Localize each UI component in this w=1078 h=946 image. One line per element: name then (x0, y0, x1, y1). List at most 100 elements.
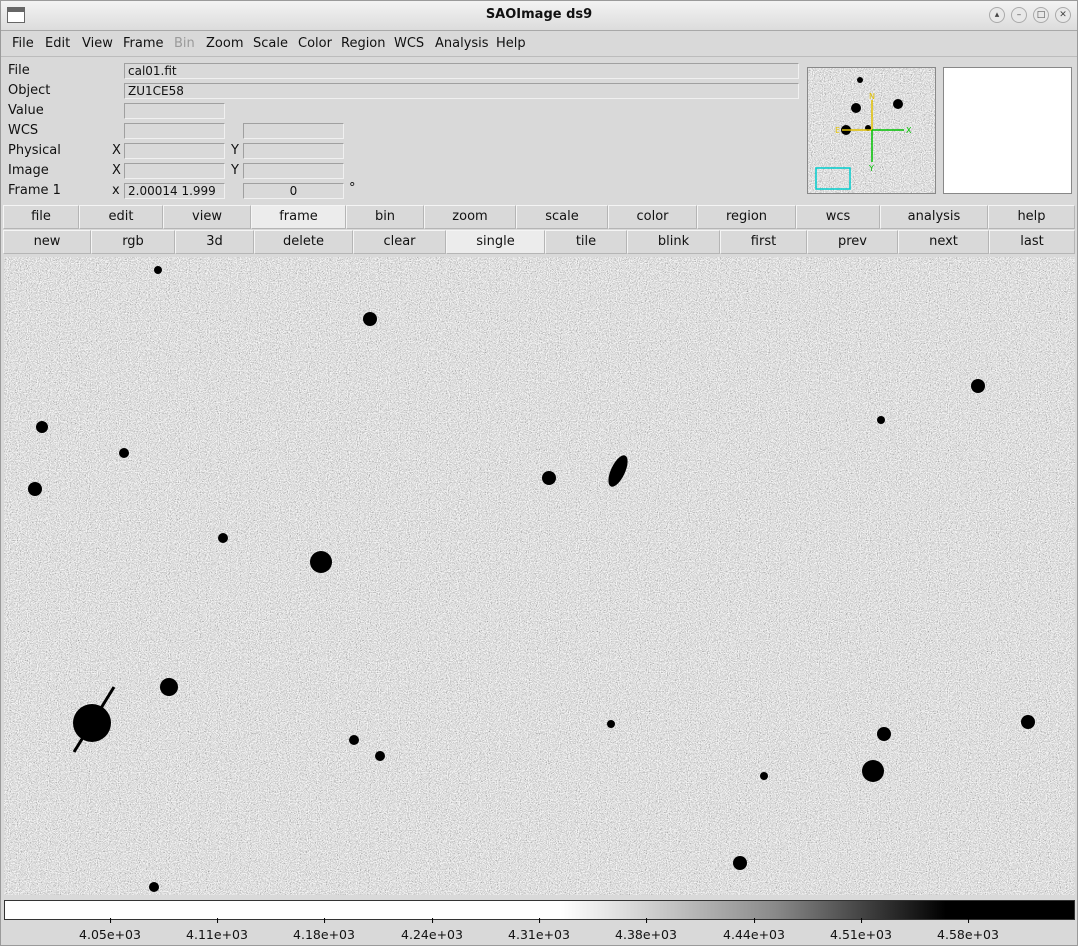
panner-star (851, 103, 861, 113)
menu-view[interactable]: View (82, 36, 113, 51)
star (349, 735, 359, 745)
frame-label: Frame 1 (8, 183, 61, 198)
star (971, 379, 985, 393)
physical-y-label: Y (231, 143, 239, 158)
button-bar-frame: new rgb 3d delete clear single tile blin… (3, 230, 1075, 254)
colorbar-tick: 4.05e+03 (79, 918, 141, 942)
panner[interactable]: N E X Y (807, 67, 936, 194)
star (877, 727, 891, 741)
btn-rgb[interactable]: rgb (91, 230, 175, 254)
star (28, 482, 42, 496)
btn-bin[interactable]: bin (346, 205, 424, 229)
compass-n-label: N (869, 92, 875, 101)
btn-region[interactable]: region (697, 205, 796, 229)
btn-scale[interactable]: scale (516, 205, 608, 229)
star (1021, 715, 1035, 729)
btn-frame[interactable]: frame (251, 205, 346, 229)
star (218, 533, 228, 543)
btn-help[interactable]: help (988, 205, 1075, 229)
physical-label: Physical (8, 143, 61, 158)
star (862, 760, 884, 782)
file-field: cal01.fit (124, 63, 799, 79)
btn-analysis[interactable]: analysis (880, 205, 988, 229)
colorbar[interactable] (4, 900, 1075, 920)
btn-new[interactable]: new (3, 230, 91, 254)
star (160, 678, 178, 696)
btn-file[interactable]: file (3, 205, 79, 229)
maximize-icon[interactable]: □ (1033, 7, 1049, 23)
menu-help[interactable]: Help (496, 36, 526, 51)
btn-wcs[interactable]: wcs (796, 205, 880, 229)
menu-region[interactable]: Region (341, 36, 386, 51)
btn-clear[interactable]: clear (353, 230, 446, 254)
menu-bin: Bin (174, 36, 195, 51)
value-label: Value (8, 103, 44, 118)
image-canvas[interactable] (4, 257, 1075, 895)
info-panel: File cal01.fit Object ZU1CE58 Value WCS … (1, 59, 801, 201)
menu-scale[interactable]: Scale (253, 36, 288, 51)
btn-single[interactable]: single (446, 230, 545, 254)
close-icon[interactable]: ✕ (1055, 7, 1071, 23)
colorbar-tick: 4.58e+03 (937, 918, 999, 942)
star (733, 856, 747, 870)
wcs-field-2 (243, 123, 344, 139)
colorbar-tick: 4.51e+03 (830, 918, 892, 942)
menu-color[interactable]: Color (298, 36, 332, 51)
panner-star (857, 77, 863, 83)
btn-view[interactable]: view (163, 205, 251, 229)
physical-x-field (124, 143, 225, 159)
button-bar-main: file edit view frame bin zoom scale colo… (3, 205, 1075, 229)
star (542, 471, 556, 485)
image-x-label: X (112, 163, 121, 178)
shade-icon[interactable]: ▴ (989, 7, 1005, 23)
minimize-icon[interactable]: – (1011, 7, 1027, 23)
btn-edit[interactable]: edit (79, 205, 163, 229)
btn-blink[interactable]: blink (627, 230, 720, 254)
wcs-field-1 (124, 123, 225, 139)
btn-first[interactable]: first (720, 230, 807, 254)
btn-zoom[interactable]: zoom (424, 205, 516, 229)
colorbar-tick: 4.44e+03 (723, 918, 785, 942)
menu-analysis[interactable]: Analysis (435, 36, 489, 51)
star (607, 720, 615, 728)
image-y-label: Y (231, 163, 239, 178)
menu-frame[interactable]: Frame (123, 36, 164, 51)
title-bar[interactable]: SAOImage ds9 ▴ – □ ✕ (1, 1, 1077, 31)
frame-angle-field: 0 (243, 183, 344, 199)
btn-next[interactable]: next (898, 230, 989, 254)
image-frame[interactable] (4, 257, 1075, 895)
magnifier (943, 67, 1072, 194)
star (154, 266, 162, 274)
panner-canvas[interactable]: N E X Y (808, 68, 935, 193)
star (119, 448, 129, 458)
star (149, 882, 159, 892)
value-field (124, 103, 225, 119)
colorbar-tick: 4.18e+03 (293, 918, 355, 942)
window-title: SAOImage ds9 (485, 7, 593, 22)
colorbar-tick: 4.38e+03 (615, 918, 677, 942)
frame-x-label: x (112, 183, 120, 198)
menu-edit[interactable]: Edit (45, 36, 70, 51)
star (310, 551, 332, 573)
image-x-field (124, 163, 225, 179)
menu-bar: File Edit View Frame Bin Zoom Scale Colo… (1, 31, 1077, 57)
star (36, 421, 48, 433)
btn-prev[interactable]: prev (807, 230, 898, 254)
compass-y-label: Y (868, 164, 874, 173)
star (363, 312, 377, 326)
star (375, 751, 385, 761)
degree-unit: ° (349, 181, 356, 196)
btn-3d[interactable]: 3d (175, 230, 254, 254)
colorbar-tick: 4.24e+03 (401, 918, 463, 942)
star (877, 416, 885, 424)
btn-color[interactable]: color (608, 205, 697, 229)
sky-noise (4, 257, 1075, 895)
btn-tile[interactable]: tile (545, 230, 627, 254)
btn-last[interactable]: last (989, 230, 1075, 254)
menu-wcs[interactable]: WCS (394, 36, 424, 51)
btn-delete[interactable]: delete (254, 230, 353, 254)
menu-zoom[interactable]: Zoom (206, 36, 243, 51)
panner-star (893, 99, 903, 109)
physical-y-field (243, 143, 344, 159)
menu-file[interactable]: File (12, 36, 34, 51)
